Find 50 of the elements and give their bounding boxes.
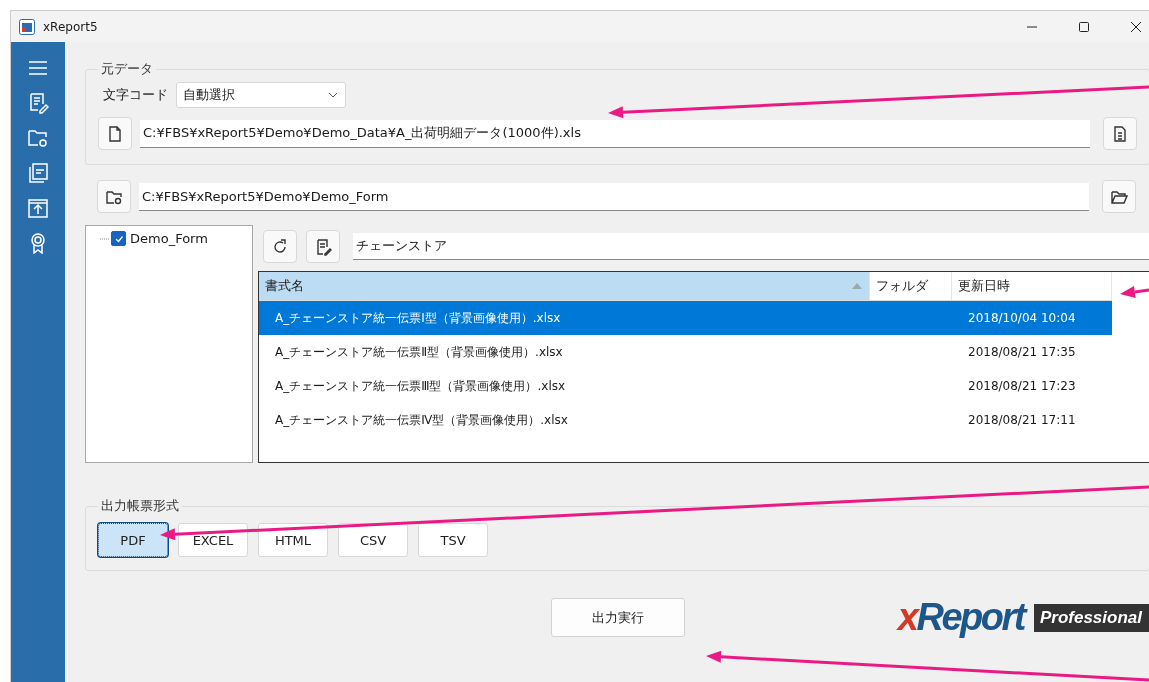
refresh-icon (271, 237, 289, 256)
table-row[interactable]: A_チェーンストア統一伝票Ⅲ型（背景画像使用）.xlsx 2018/08/21 17:23 (259, 369, 1112, 403)
app-icon (19, 18, 35, 35)
group-title: 出力帳票形式 (100, 497, 180, 515)
table-cell-text: A_チェーンストア統一伝票Ⅰ型（背景画像使用）.xlsx (274, 309, 562, 327)
table-cell-text: A_チェーンストア統一伝票Ⅲ型（背景画像使用）.xlsx (274, 377, 567, 395)
document-edit-button[interactable] (306, 230, 340, 263)
file-icon (106, 124, 124, 143)
sort-ascending-icon (851, 282, 863, 290)
column-header[interactable]: 書式名 (259, 272, 870, 300)
table-cell-text: 2018/08/21 17:11 (967, 413, 1077, 427)
annotation-arrow (1120, 286, 1149, 298)
maximize-icon[interactable] (1078, 20, 1090, 33)
format-button[interactable]: CSV (338, 523, 408, 557)
encoding-label: 文字コード (103, 86, 168, 104)
table-cell-text: 2018/08/21 17:35 (967, 345, 1077, 359)
checkbox[interactable] (111, 231, 126, 246)
filter-field[interactable]: チェーンストア (353, 233, 1149, 260)
format-button[interactable]: EXCEL (178, 523, 248, 557)
folder-gear-button[interactable] (97, 180, 131, 213)
edition-badge: Professional (1033, 603, 1149, 632)
refresh-button[interactable] (263, 230, 297, 263)
folder-path-field[interactable]: C:¥FBS¥xReport5¥Demo¥Demo_Form (139, 182, 1089, 211)
window-title: xReport5 (43, 19, 98, 34)
table-cell-text: A_チェーンストア統一伝票Ⅱ型（背景画像使用）.xlsx (274, 343, 564, 361)
format-button[interactable]: TSV (418, 523, 488, 557)
table-cell-text: A_チェーンストア統一伝票Ⅳ型（背景画像使用）.xlsx (274, 411, 569, 429)
table-cell-text: 2018/10/04 10:04 (967, 311, 1077, 325)
document-icon (1111, 124, 1129, 143)
table-row[interactable]: A_チェーンストア統一伝票Ⅳ型（背景画像使用）.xlsx 2018/08/21 17:11 (259, 403, 1112, 437)
check-icon (113, 233, 124, 244)
upload-icon[interactable] (27, 197, 49, 219)
execute-button[interactable]: 出力実行 (550, 598, 685, 637)
format-button[interactable]: PDF (98, 523, 168, 557)
format-button[interactable]: HTML (258, 523, 328, 557)
pdf-stack-icon[interactable] (27, 162, 49, 184)
folder-button[interactable] (1102, 180, 1136, 213)
table-row[interactable]: A_チェーンストア統一伝票Ⅱ型（背景画像使用）.xlsx 2018/08/21 17:35 (259, 335, 1112, 369)
file-path-field[interactable]: C:¥FBS¥xReport5¥Demo¥Demo_Data¥A_出荷明細データ(1000件).xls (140, 119, 1090, 148)
group-title: 元データ (100, 60, 154, 78)
document-edit-icon[interactable] (27, 92, 49, 114)
table-cell-text: 2018/08/21 17:23 (967, 379, 1077, 393)
file-button[interactable] (98, 117, 132, 150)
table-row[interactable]: A_チェーンストア統一伝票Ⅰ型（背景画像使用）.xlsx 2018/10/04 10:04 (259, 301, 1112, 335)
encoding-dropdown[interactable]: 自動選択 (176, 82, 346, 108)
folder-gear-icon[interactable] (27, 127, 49, 149)
close-icon[interactable] (1130, 20, 1142, 33)
document-edit-icon (314, 237, 332, 256)
tree-item[interactable]: Demo_Form (130, 231, 208, 246)
document-button[interactable] (1103, 117, 1137, 150)
